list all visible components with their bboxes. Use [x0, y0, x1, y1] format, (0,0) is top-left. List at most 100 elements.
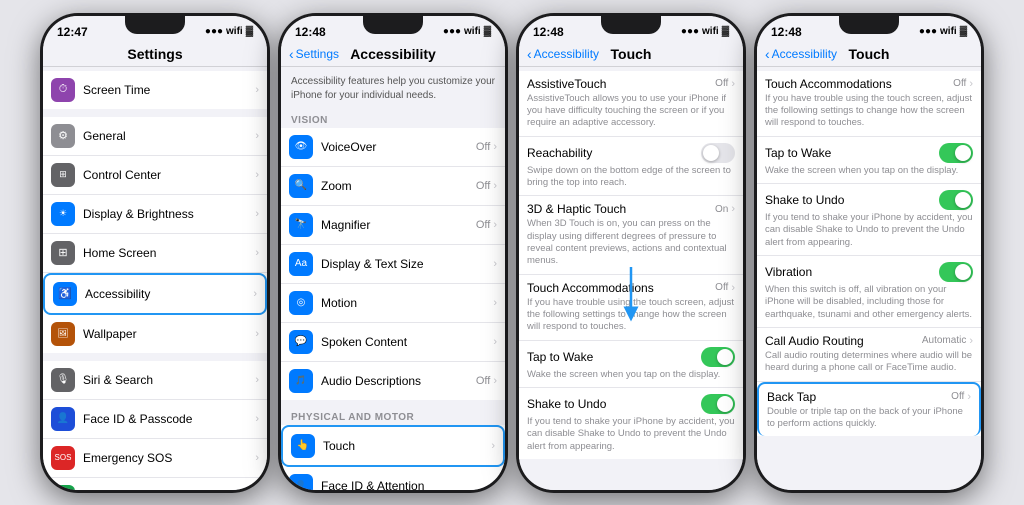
magnifier-icon: 🔭: [289, 213, 313, 237]
screen-2[interactable]: Accessibility features help you customiz…: [281, 67, 505, 490]
row-faceid-attention[interactable]: 👤 Face ID & Attention ›: [281, 467, 505, 490]
screen-1[interactable]: ⏱ Screen Time › ⚙ General › ⊞ Control Ce…: [43, 67, 267, 490]
signal-icon-3: ●●●: [681, 26, 699, 37]
shake-undo-desc-4: If you tend to shake your iPhone by acci…: [765, 212, 973, 249]
motion-icon: ◎: [289, 291, 313, 315]
wifi-icon-2: wifi: [464, 26, 481, 37]
3d-haptic-desc: When 3D Touch is on, you can press on th…: [527, 218, 735, 267]
shake-undo-desc: If you tend to shake your iPhone by acci…: [527, 416, 735, 453]
time-3: 12:48: [533, 25, 564, 39]
shake-undo-toggle-4[interactable]: [939, 190, 973, 210]
row-audio-desc[interactable]: 🎵 Audio Descriptions Off ›: [281, 362, 505, 400]
screen-4[interactable]: Touch Accommodations Off › If you have t…: [757, 67, 981, 490]
3d-haptic-title: 3D & Haptic Touch: [527, 202, 626, 216]
row-wallpaper[interactable]: 🖼 Wallpaper ›: [43, 315, 267, 353]
item-3d-haptic[interactable]: 3D & Haptic Touch On › When 3D Touch is …: [519, 196, 743, 274]
row-display[interactable]: ☀ Display & Brightness ›: [43, 195, 267, 234]
nav-title-4: Touch: [849, 46, 890, 62]
control-center-icon: ⊞: [51, 163, 75, 187]
vibration-desc: When this switch is off, all vibration o…: [765, 284, 973, 321]
row-general[interactable]: ⚙ General ›: [43, 117, 267, 156]
shake-undo-title: Shake to Undo: [527, 397, 606, 411]
item-vibration[interactable]: Vibration When this switch is off, all v…: [757, 256, 981, 328]
row-zoom[interactable]: 🔍 Zoom Off ›: [281, 167, 505, 206]
item-back-tap[interactable]: Back Tap Off › Double or triple tap on t…: [757, 382, 981, 437]
row-faceid[interactable]: 👤 Face ID & Passcode ›: [43, 400, 267, 439]
row-battery[interactable]: 🔋 Battery ›: [43, 478, 267, 490]
row-screen-time[interactable]: ⏱ Screen Time ›: [43, 71, 267, 109]
shake-undo-toggle[interactable]: [701, 394, 735, 414]
row-motion[interactable]: ◎ Motion ›: [281, 284, 505, 323]
row-voiceover[interactable]: 👁 VoiceOver Off ›: [281, 128, 505, 167]
status-icons-1: ●●● wifi ▓: [205, 26, 253, 37]
screen-time-icon: ⏱: [51, 78, 75, 102]
row-emergency[interactable]: SOS Emergency SOS ›: [43, 439, 267, 478]
item-reachability[interactable]: Reachability Swipe down on the bottom ed…: [519, 137, 743, 197]
item-assistivetouch[interactable]: AssistiveTouch Off › AssistiveTouch allo…: [519, 71, 743, 137]
assistivetouch-value: Off: [715, 78, 728, 89]
assistivetouch-desc: AssistiveTouch allows you to use your iP…: [527, 93, 735, 130]
signal-icon-4: ●●●: [919, 26, 937, 37]
wifi-icon: wifi: [226, 26, 243, 37]
shake-undo-title-4: Shake to Undo: [765, 193, 844, 207]
phone-2: 12:48 ●●● wifi ▓ ‹ Settings Accessibilit…: [278, 13, 508, 493]
status-bar-4: 12:48 ●●● wifi ▓: [757, 16, 981, 44]
item-touch-accom-4[interactable]: Touch Accommodations Off › If you have t…: [757, 71, 981, 137]
back-btn-3[interactable]: ‹ Accessibility: [527, 46, 599, 62]
item-tap-wake[interactable]: Tap to Wake Wake the screen when you tap…: [519, 341, 743, 388]
row-siri[interactable]: 🎙 Siri & Search ›: [43, 361, 267, 400]
touch-accom-value-4: Off: [953, 78, 966, 89]
settings-group-1: ⏱ Screen Time ›: [43, 71, 267, 109]
back-btn-2[interactable]: ‹ Settings: [289, 46, 339, 62]
audio-desc-value: Off: [476, 375, 490, 387]
voiceover-icon: 👁: [289, 135, 313, 159]
home-icon: ⊞: [51, 241, 75, 265]
call-audio-title: Call Audio Routing: [765, 334, 864, 348]
settings-group-siri: 🎙 Siri & Search › 👤 Face ID & Passcode ›…: [43, 361, 267, 490]
row-home-screen[interactable]: ⊞ Home Screen ›: [43, 234, 267, 273]
row-spoken[interactable]: 💬 Spoken Content ›: [281, 323, 505, 362]
touch-accom-title: Touch Accommodations: [527, 281, 654, 295]
tap-wake-toggle[interactable]: [701, 347, 735, 367]
siri-label: Siri & Search: [83, 373, 255, 387]
signal-icon-2: ●●●: [443, 26, 461, 37]
zoom-value: Off: [476, 180, 490, 192]
item-touch-accom[interactable]: Touch Accommodations Off › If you have t…: [519, 275, 743, 341]
touch-accom-desc: If you have trouble using the touch scre…: [527, 297, 735, 334]
status-bar-2: 12:48 ●●● wifi ▓: [281, 16, 505, 44]
wallpaper-icon: 🖼: [51, 322, 75, 346]
spoken-label: Spoken Content: [321, 335, 493, 349]
back-btn-4[interactable]: ‹ Accessibility: [765, 46, 837, 62]
item-shake-undo-4[interactable]: Shake to Undo If you tend to shake your …: [757, 184, 981, 256]
reachability-toggle[interactable]: [701, 143, 735, 163]
touch-items-group: AssistiveTouch Off › AssistiveTouch allo…: [519, 71, 743, 460]
display-label: Display & Brightness: [83, 207, 255, 221]
row-control-center[interactable]: ⊞ Control Center ›: [43, 156, 267, 195]
item-tap-wake-4[interactable]: Tap to Wake Wake the screen when you tap…: [757, 137, 981, 184]
phone-1: 12:47 ●●● wifi ▓ Settings ⏱ Screen Time …: [40, 13, 270, 493]
screen-3[interactable]: AssistiveTouch Off › AssistiveTouch allo…: [519, 67, 743, 490]
row-magnifier[interactable]: 🔭 Magnifier Off ›: [281, 206, 505, 245]
status-bar-1: 12:47 ●●● wifi ▓: [43, 16, 267, 44]
row-accessibility[interactable]: ♿ Accessibility ›: [43, 273, 267, 315]
voiceover-label: VoiceOver: [321, 140, 476, 154]
back-tap-desc: Double or triple tap on the back of your…: [767, 406, 971, 431]
status-icons-3: ●●● wifi ▓: [681, 26, 729, 37]
magnifier-value: Off: [476, 219, 490, 231]
home-label: Home Screen: [83, 246, 255, 260]
tap-wake-title-4: Tap to Wake: [765, 146, 831, 160]
signal-icon: ●●●: [205, 26, 223, 37]
emergency-label: Emergency SOS: [83, 451, 255, 465]
row-display-text[interactable]: Aa Display & Text Size ›: [281, 245, 505, 284]
vibration-toggle[interactable]: [939, 262, 973, 282]
faceid-attention-label: Face ID & Attention: [321, 479, 493, 490]
faceid-icon: 👤: [51, 407, 75, 431]
phone-4: 12:48 ●●● wifi ▓ ‹ Accessibility Touch T…: [754, 13, 984, 493]
item-shake-undo[interactable]: Shake to Undo If you tend to shake your …: [519, 388, 743, 459]
display-text-icon: Aa: [289, 252, 313, 276]
tap-wake-toggle-4[interactable]: [939, 143, 973, 163]
touch-accom-desc-4: If you have trouble using the touch scre…: [765, 93, 973, 130]
item-call-audio[interactable]: Call Audio Routing Automatic › Call audi…: [757, 328, 981, 382]
row-touch[interactable]: 👆 Touch ›: [281, 425, 505, 467]
tap-wake-desc: Wake the screen when you tap on the disp…: [527, 369, 735, 381]
